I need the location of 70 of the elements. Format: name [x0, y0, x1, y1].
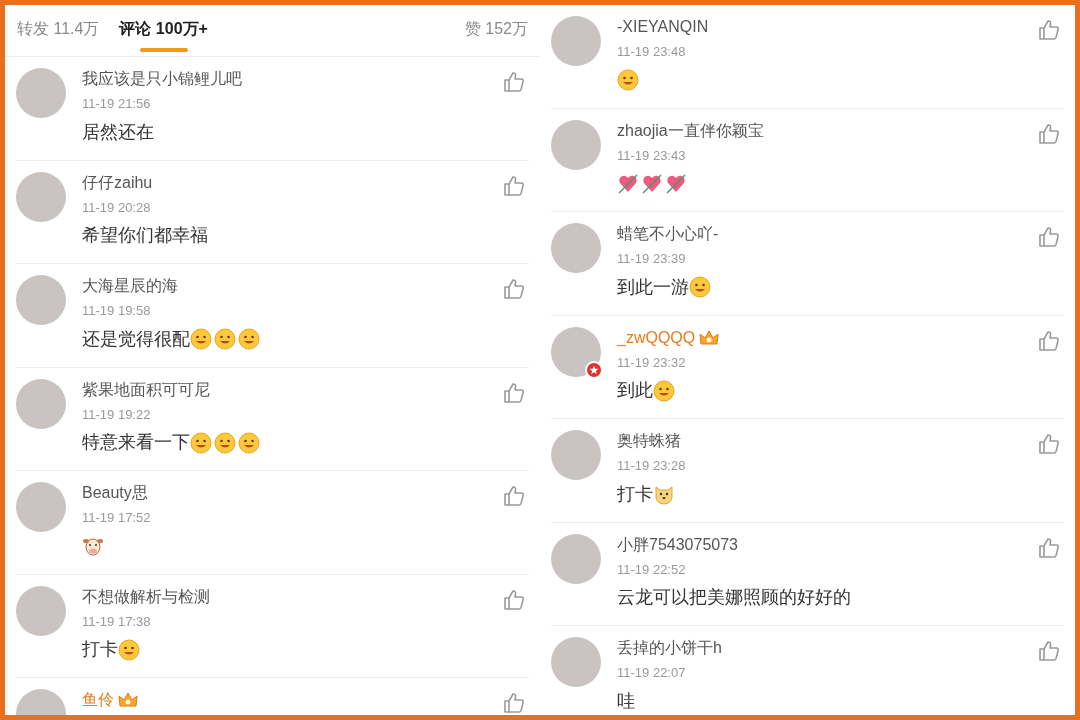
- tab[interactable]: 评论 100万+: [119, 12, 208, 56]
- like-icon[interactable]: [1038, 122, 1060, 145]
- emoji-face-icon: [238, 328, 260, 350]
- comment-time: 11-19 22:52: [617, 560, 687, 579]
- username[interactable]: 我应该是只小锦鲤儿吧: [82, 67, 242, 91]
- like-icon[interactable]: [1038, 433, 1060, 455]
- comment-text: 特意来看一下: [82, 431, 190, 454]
- comment-time: 11-19 17:38: [82, 612, 152, 631]
- comment-text: 居然还在: [82, 120, 154, 144]
- comment-text: 到此一游: [617, 275, 689, 299]
- emoji-face-icon: [653, 379, 675, 402]
- username[interactable]: 奥特蛛猪: [617, 429, 681, 453]
- comment-time: 11-19 23:28: [617, 457, 687, 475]
- comment-time: 11-19 23:32: [617, 353, 687, 372]
- comment-text: 云龙可以把美娜照顾的好好的: [617, 586, 851, 609]
- emoji-face-icon: [214, 431, 236, 454]
- username[interactable]: 大海星辰的海: [82, 274, 178, 298]
- tab[interactable]: 赞 152万: [464, 12, 528, 56]
- crown-badge-icon: [699, 328, 720, 347]
- comment-text: 打卡: [617, 482, 653, 506]
- username[interactable]: 紫果地面积可可尼: [82, 377, 210, 402]
- comment-time: 11-19 22:07: [617, 664, 687, 682]
- like-icon[interactable]: [1038, 329, 1060, 352]
- like-icon[interactable]: [503, 588, 525, 611]
- emoji-face-icon: [118, 638, 140, 661]
- dog-face-icon: [653, 483, 675, 505]
- emoji-face-icon: [689, 276, 711, 298]
- username[interactable]: -XIEYANQIN: [617, 15, 709, 39]
- like-icon[interactable]: [503, 71, 525, 93]
- comment-text: 希望你们都幸福: [82, 224, 208, 247]
- emoji-face-icon: [214, 328, 236, 350]
- like-icon[interactable]: [1038, 536, 1060, 559]
- comment-text: 打卡: [82, 638, 118, 661]
- like-icon[interactable]: [1038, 640, 1060, 662]
- username[interactable]: 蜡笔不小心吖-: [617, 222, 719, 246]
- comment-time: 11-19 23:43: [617, 146, 687, 165]
- username[interactable]: zhaojia一直伴你颖宝: [617, 118, 764, 143]
- comment-time: 11-19 23:39: [617, 250, 687, 268]
- crown-badge-icon: [118, 691, 138, 709]
- like-icon[interactable]: [503, 485, 525, 507]
- emoji-face-icon: [617, 69, 639, 91]
- heart-arrow-icon: [617, 172, 639, 195]
- like-icon[interactable]: [1038, 226, 1060, 248]
- like-icon[interactable]: [503, 381, 525, 404]
- avatar-photo[interactable]: [551, 326, 601, 377]
- username[interactable]: 小胖7543075073: [617, 532, 738, 557]
- emoji-face-icon: [190, 328, 212, 350]
- comment-text: 到此: [617, 379, 653, 402]
- cow-face-icon: [82, 535, 104, 557]
- emoji-face-icon: [190, 431, 212, 454]
- comment-time: 11-19 21:56: [82, 95, 152, 113]
- like-icon[interactable]: [503, 278, 525, 300]
- heart-arrow-icon: [665, 172, 687, 195]
- like-icon[interactable]: [1038, 19, 1060, 41]
- like-icon[interactable]: [503, 174, 525, 197]
- username[interactable]: 不想做解析与检测: [82, 584, 210, 609]
- comment-time: 11-19 23:48: [617, 43, 687, 61]
- comment-time: 11-19 19:22: [82, 405, 152, 424]
- username[interactable]: Beauty思: [82, 481, 148, 505]
- username[interactable]: 丢掉的小饼干h: [617, 636, 722, 660]
- comment-text: 还是觉得很配: [82, 327, 190, 351]
- emoji-face-icon: [238, 431, 260, 454]
- username[interactable]: 仔仔zaihu: [82, 170, 153, 195]
- heart-arrow-icon: [641, 172, 663, 195]
- comment-time: 11-19 17:52: [82, 509, 152, 527]
- comment-time: 11-19 19:58: [82, 302, 152, 320]
- like-icon[interactable]: [503, 692, 525, 714]
- comment-text: 哇: [617, 689, 635, 713]
- tab[interactable]: 转发 11.4万: [17, 12, 100, 56]
- comment-time: 11-19 20:28: [82, 198, 152, 217]
